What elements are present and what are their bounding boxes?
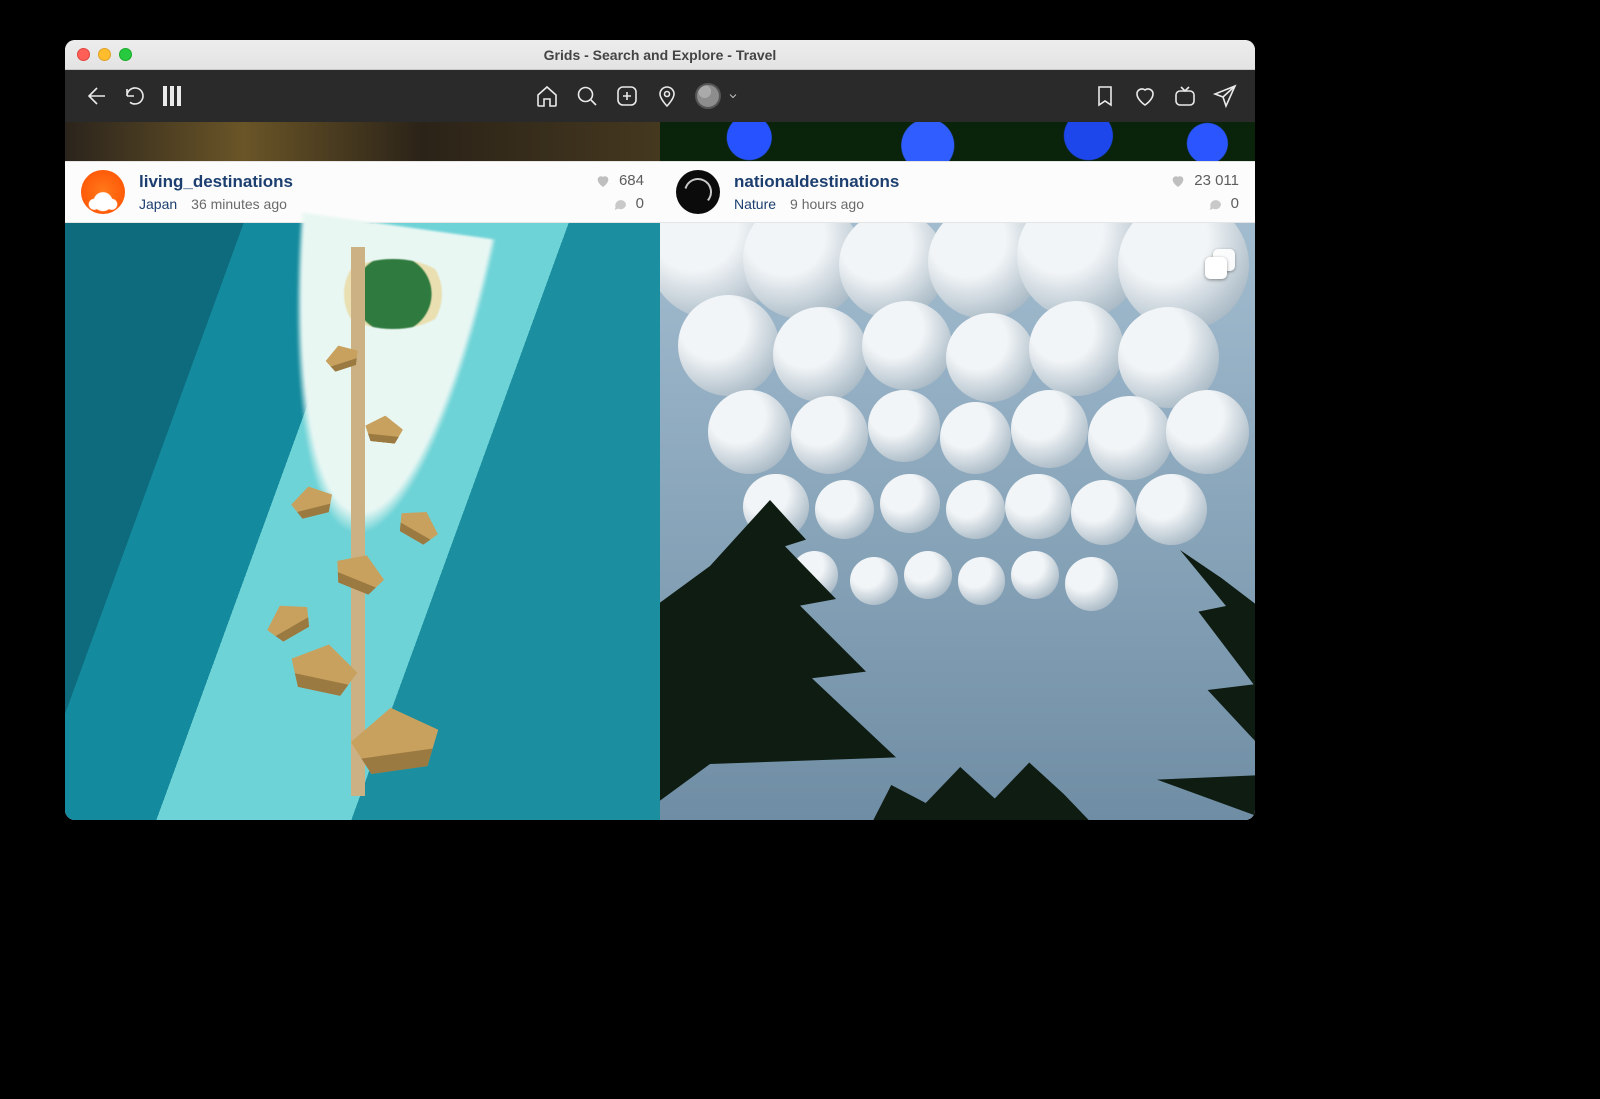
post-image[interactable] xyxy=(65,223,660,820)
columns-layout-button[interactable] xyxy=(163,86,181,106)
saved-button[interactable] xyxy=(1093,84,1117,108)
account-switcher[interactable] xyxy=(695,83,739,109)
feed-content: living_destinations Japan 36 minutes ago… xyxy=(65,122,1255,820)
nearby-button[interactable] xyxy=(655,84,679,108)
post-category-tag[interactable]: Nature xyxy=(734,196,776,212)
app-window: Grids - Search and Explore - Travel xyxy=(65,40,1255,820)
search-icon xyxy=(575,84,599,108)
window-titlebar: Grids - Search and Explore - Travel xyxy=(65,40,1255,70)
author-avatar[interactable] xyxy=(81,170,125,214)
bookmark-icon xyxy=(1093,84,1117,108)
window-title: Grids - Search and Explore - Travel xyxy=(65,47,1255,63)
direct-messages-button[interactable] xyxy=(1213,84,1237,108)
comments-count: 0 xyxy=(636,195,644,212)
window-zoom-button[interactable] xyxy=(119,48,132,61)
author-username[interactable]: living_destinations xyxy=(139,172,581,192)
previous-post-image-partial[interactable] xyxy=(660,122,1255,161)
post-image[interactable] xyxy=(660,223,1255,820)
app-toolbar xyxy=(65,70,1255,122)
comment-icon xyxy=(612,196,628,212)
chevron-down-icon xyxy=(727,90,739,102)
image-decoration xyxy=(660,500,920,820)
feed-column-right: nationaldestinations Nature 9 hours ago … xyxy=(660,122,1255,820)
home-button[interactable] xyxy=(535,84,559,108)
image-decoration xyxy=(868,740,1098,820)
send-icon xyxy=(1213,84,1237,108)
previous-post-image-partial[interactable] xyxy=(65,122,660,161)
likes-count: 684 xyxy=(619,172,644,189)
window-controls xyxy=(77,48,132,61)
current-user-avatar xyxy=(695,83,721,109)
feed-column-left: living_destinations Japan 36 minutes ago… xyxy=(65,122,660,820)
window-minimize-button[interactable] xyxy=(98,48,111,61)
likes-count: 23 011 xyxy=(1194,172,1239,189)
comment-icon xyxy=(1207,196,1223,212)
back-arrow-icon xyxy=(83,84,107,108)
search-button[interactable] xyxy=(575,84,599,108)
carousel-indicator-icon xyxy=(1205,249,1235,279)
home-icon xyxy=(535,84,559,108)
post-location-tag[interactable]: Japan xyxy=(139,196,177,212)
plus-square-icon xyxy=(615,84,639,108)
author-avatar[interactable] xyxy=(676,170,720,214)
activity-button[interactable] xyxy=(1133,84,1157,108)
post-header: living_destinations Japan 36 minutes ago… xyxy=(65,161,660,223)
heart-icon xyxy=(1133,84,1157,108)
refresh-button[interactable] xyxy=(123,84,147,108)
igtv-button[interactable] xyxy=(1173,84,1197,108)
likes-stat[interactable]: 684 xyxy=(595,172,644,189)
window-close-button[interactable] xyxy=(77,48,90,61)
likes-stat[interactable]: 23 011 xyxy=(1170,172,1239,189)
comments-count: 0 xyxy=(1231,195,1239,212)
location-pin-icon xyxy=(655,84,679,108)
back-button[interactable] xyxy=(83,84,107,108)
tv-icon xyxy=(1173,84,1197,108)
heart-solid-icon xyxy=(595,173,611,189)
comments-stat[interactable]: 0 xyxy=(612,195,644,212)
post-header: nationaldestinations Nature 9 hours ago … xyxy=(660,161,1255,223)
comments-stat[interactable]: 0 xyxy=(1207,195,1239,212)
new-post-button[interactable] xyxy=(615,84,639,108)
author-username[interactable]: nationaldestinations xyxy=(734,172,1156,192)
post-timestamp: 9 hours ago xyxy=(790,196,864,212)
heart-solid-icon xyxy=(1170,173,1186,189)
refresh-icon xyxy=(123,84,147,108)
